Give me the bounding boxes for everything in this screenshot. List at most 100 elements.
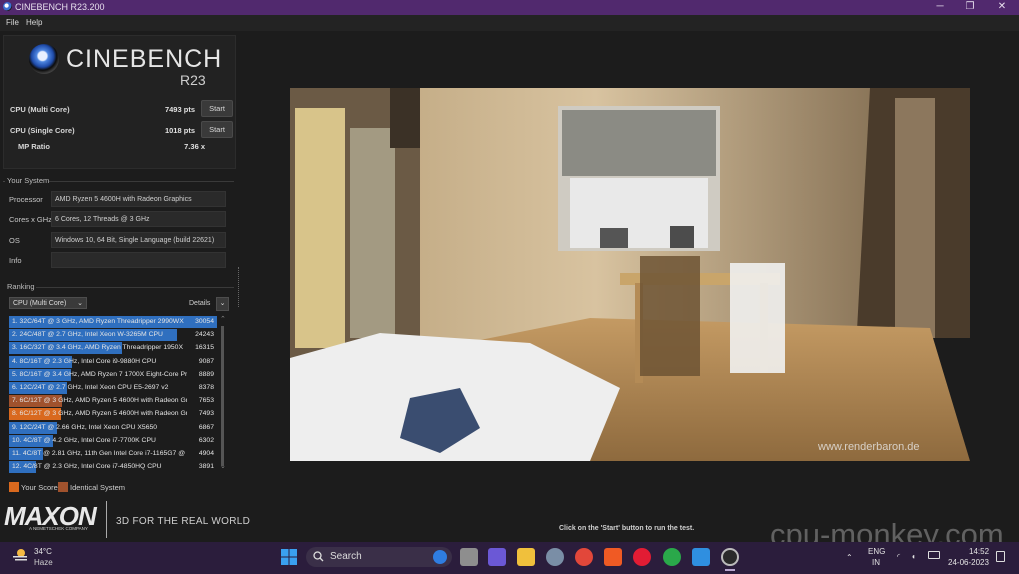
ranking-row[interactable]: 3. 16C/32T @ 3.4 GHz, AMD Ryzen Threadri… [9,342,217,355]
ranking-row[interactable]: 6. 12C/24T @ 2.7 GHz, Intel Xeon CPU E5-… [9,382,217,394]
ranking-row-score: 7653 [198,397,214,405]
search-icon [313,551,324,562]
cinebench-logo-icon [29,44,59,74]
chat-icon[interactable] [488,548,506,566]
ranking-mode-value: CPU (Multi Core) [13,300,67,307]
your-score-swatch [9,482,19,492]
taskbar-search-placeholder: Search [330,551,362,562]
ranking-row-score: 6302 [198,436,214,444]
scroll-up-icon[interactable]: ⌃ [220,315,226,323]
ranking-row-label: 10. 4C/8T @ 4.2 GHz, Intel Core i7-7700K… [12,436,156,444]
weather-condition[interactable]: Haze [34,558,53,567]
battery-icon[interactable] [928,551,940,559]
multi-core-start-button[interactable]: Start [201,100,233,117]
close-button[interactable]: ✕ [990,1,1014,14]
language-indicator[interactable]: ENG [868,547,885,556]
menu-file[interactable]: File [6,18,19,27]
panel-splitter[interactable] [238,267,241,307]
os-field[interactable]: Windows 10, 64 Bit, Single Language (bui… [51,232,226,248]
score-panel: CINEBENCH R23 CPU (Multi Core) 7493 pts … [3,35,236,169]
your-score-legend: Your Score [21,483,58,492]
section-rule [36,287,234,288]
chevron-down-icon: ⌄ [77,300,83,307]
details-label[interactable]: Details [189,300,210,307]
weather-haze-icon[interactable] [12,548,28,562]
ranking-row[interactable]: 2. 24C/48T @ 2.7 GHz, Intel Xeon W-3265M… [9,329,217,342]
brave-icon[interactable] [604,548,622,566]
ranking-row-label: 12. 4C/8T @ 2.3 GHz, Intel Core i7-4850H… [12,463,162,471]
minimize-button[interactable]: ─ [928,1,952,14]
cores-ghz-label: Cores x GHz [9,215,52,224]
taskbar-search-box[interactable] [306,547,452,567]
ranking-scrollbar[interactable]: ⌃ ⌄ [220,315,226,470]
bing-icon[interactable] [433,550,447,564]
tagline: 3D FOR THE REAL WORLD [116,516,251,527]
scrollbar-thumb[interactable] [221,326,224,466]
section-rule [3,181,5,182]
active-app-indicator [725,569,735,571]
info-label: Info [9,256,22,265]
notification-icon[interactable] [996,551,1005,562]
identical-system-swatch [58,482,68,492]
multi-core-score: 7493 pts [164,105,195,114]
ranking-row[interactable]: 7. 6C/12T @ 3 GHz, AMD Ryzen 5 4600H wit… [9,395,217,408]
clock-time[interactable]: 14:52 [969,547,989,556]
ranking-row-label: 6. 12C/24T @ 2.7 GHz, Intel Xeon CPU E5-… [12,384,169,391]
ranking-row[interactable]: 8. 6C/12T @ 3 GHz, AMD Ryzen 5 4600H wit… [9,408,217,421]
single-core-label: CPU (Single Core) [10,126,75,135]
ranking-row[interactable]: 11. 4C/8T @ 2.81 GHz, 11th Gen Intel Cor… [9,448,217,460]
ranking-row-label: 1. 32C/64T @ 3 GHz, AMD Ryzen Threadripp… [12,318,184,325]
opera-icon[interactable] [633,548,651,566]
your-system-title: Your System [7,176,50,185]
clock-date[interactable]: 24-06-2023 [948,558,989,567]
os-label: OS [9,236,20,245]
single-core-start-button[interactable]: Start [201,121,233,138]
ranking-row[interactable]: 4. 8C/16T @ 2.3 GHz, Intel Core i9-9880H… [9,355,217,368]
ranking-row[interactable]: 9. 12C/24T @ 2.66 GHz, Intel Xeon CPU X5… [9,421,217,434]
chrome-icon[interactable] [575,548,593,566]
identical-system-legend: Identical System [70,483,126,492]
settings-icon[interactable] [546,548,564,566]
ranking-title: Ranking [7,282,35,291]
maximize-button[interactable]: ❐ [958,1,982,14]
ranking-row-score: 16315 [195,344,214,352]
processor-field[interactable]: AMD Ryzen 5 4600H with Radeon Graphics [51,191,226,207]
maxon-subtitle: A NEMETSCHEK COMPANY [29,526,88,531]
wifi-icon[interactable]: ◜ [897,552,900,561]
mail-icon[interactable] [692,548,710,566]
weather-temperature[interactable]: 34°C [34,547,52,556]
ranking-row[interactable]: 5. 8C/16T @ 3.4 GHz, AMD Ryzen 7 1700X E… [9,368,217,381]
window-title: CINEBENCH R23.200 [15,2,105,12]
ranking-mode-select[interactable]: CPU (Multi Core) ⌄ [9,297,87,309]
ranking-row-score: 24243 [195,331,214,339]
details-chevron-icon[interactable]: ⌄ [216,297,229,311]
region-indicator[interactable]: IN [872,558,880,567]
ranking-row-score: 7493 [198,410,214,418]
menu-help[interactable]: Help [26,18,42,27]
taskbar [0,542,1019,574]
ranking-row-score: 4904 [198,450,214,457]
file-explorer-icon[interactable] [517,548,535,566]
render-viewport: www.renderbaron.de [290,88,970,461]
ranking-row[interactable]: 10. 4C/8T @ 4.2 GHz, Intel Core i7-7700K… [9,434,217,447]
section-rule [49,181,234,182]
logo-name: CINEBENCH [66,45,223,73]
ranking-row[interactable]: 12. 4C/8T @ 2.3 GHz, Intel Core i7-4850H… [9,461,217,474]
single-core-score: 1018 pts [164,126,195,135]
chrome-profile-icon[interactable] [663,548,681,566]
cinebench-app-icon [3,2,12,11]
ranking-row-score: 9087 [198,357,214,365]
scroll-down-icon[interactable]: ⌄ [220,462,226,470]
volume-icon[interactable]: ◖ [911,552,916,561]
ranking-row-score: 3891 [198,463,214,471]
cinebench-taskbar-icon[interactable] [721,548,739,566]
title-bar: CINEBENCH R23.200 ─ ❐ ✕ [0,0,1019,15]
tray-overflow-icon[interactable]: ⌃ [846,553,853,562]
ranking-row-label: 3. 16C/32T @ 3.4 GHz, AMD Ryzen Threadri… [12,344,183,352]
ranking-row[interactable]: 1. 32C/64T @ 3 GHz, AMD Ryzen Threadripp… [9,316,217,328]
mp-ratio-label: MP Ratio [18,142,50,151]
task-view-icon[interactable] [460,548,478,566]
windows-start-icon[interactable] [280,548,298,566]
info-field[interactable] [51,252,226,268]
cores-ghz-field[interactable]: 6 Cores, 12 Threads @ 3 GHz [51,211,226,227]
